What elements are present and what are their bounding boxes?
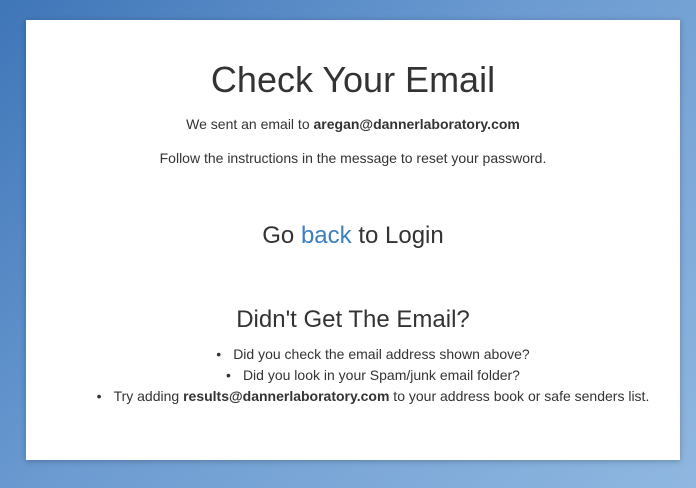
tip-prefix: Try adding	[113, 388, 184, 404]
go-back-suffix: to Login	[351, 222, 444, 249]
check-email-card: Check Your Email We sent an email to are…	[26, 20, 680, 460]
bullet-icon: •	[216, 346, 222, 362]
back-to-login-link[interactable]: back	[301, 222, 352, 249]
help-title: Didn't Get The Email?	[236, 306, 470, 333]
help-tips-list: • Did you check the email address shown a…	[76, 345, 670, 408]
sender-email-address: results@dannerlaboratory.com	[183, 388, 390, 404]
tip-text: Did you check the email address shown ab…	[233, 346, 530, 362]
bullet-icon: •	[96, 388, 102, 404]
sent-email-address: aregan@dannerlaboratory.com	[313, 116, 520, 132]
sent-email-prefix: We sent an email to	[186, 116, 314, 132]
bullet-icon: •	[226, 367, 231, 383]
reset-instructions: Follow the instructions in the message t…	[159, 150, 547, 166]
go-back-line: Go back to Login	[26, 221, 680, 251]
tip-spam-folder: • Did you look in your Spam/junk email fo…	[76, 366, 670, 384]
tip-text: Did you look in your Spam/junk email fol…	[242, 367, 520, 383]
sent-email-message: We sent an email to aregan@dannerlaborat…	[26, 115, 680, 133]
tip-add-sender: • Try adding results@dannerlaboratory.com…	[76, 387, 670, 405]
tip-check-address: • Did you check the email address shown a…	[76, 345, 670, 363]
tip-suffix: to your address book or safe senders lis…	[389, 388, 650, 404]
go-back-prefix: Go	[262, 222, 301, 249]
page-title: Check Your Email	[210, 59, 496, 100]
